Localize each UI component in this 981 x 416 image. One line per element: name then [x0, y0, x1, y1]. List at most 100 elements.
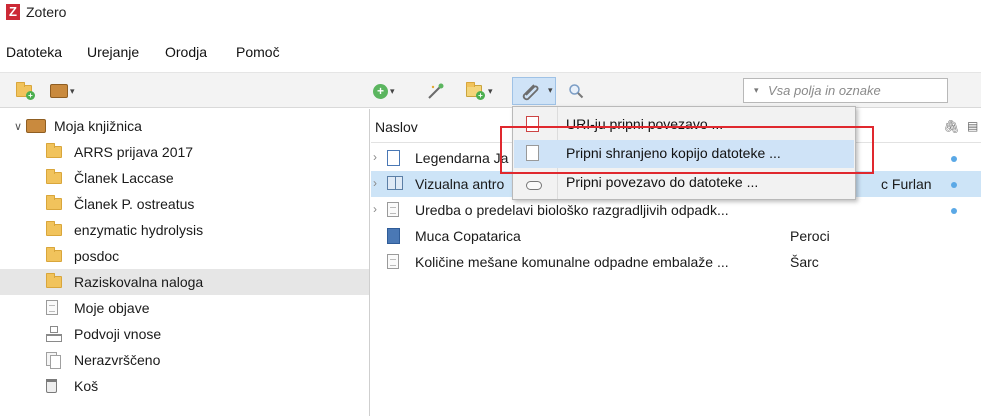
tree-item-label: ARRS prijava 2017 — [74, 144, 194, 160]
document-icon — [387, 150, 400, 169]
trash-icon — [46, 379, 57, 396]
item-title: Vizualna antro — [415, 176, 505, 192]
menu-tools[interactable]: Orodja — [165, 44, 207, 60]
menu-item-label: Pripni povezavo do datoteke ... — [566, 174, 759, 190]
tree-item-label: Koš — [74, 378, 99, 394]
new-library-button[interactable]: ▾ — [50, 81, 75, 101]
item-creator: Peroci — [790, 228, 830, 244]
item-title: Muca Copatarica — [415, 228, 521, 244]
menu-file[interactable]: Datoteka — [6, 44, 62, 60]
title-bar: Z Zotero — [0, 0, 981, 24]
plus-icon: + — [373, 83, 388, 99]
attachments-column-icon[interactable]: 🖇 — [943, 119, 960, 135]
search-mode-dropdown-icon[interactable]: ▾ — [754, 85, 759, 96]
web-link-icon — [526, 116, 539, 135]
toolbar: + ▾ + ▾ + ▾ ▾ ▾ — [0, 72, 981, 108]
menu-bar: Datoteka Urejanje Orodja Pomoč — [0, 44, 981, 66]
note-icon: + — [466, 82, 485, 100]
chevron-down-icon[interactable]: ∨ — [14, 120, 22, 133]
tree-item-collection[interactable]: Članek P. ostreatus — [0, 191, 369, 217]
folder-icon — [46, 273, 62, 291]
tree-item-label: Članek P. ostreatus — [74, 196, 195, 212]
tree-item-collection[interactable]: ARRS prijava 2017 — [0, 139, 369, 165]
notes-column-icon[interactable]: ▤ — [967, 119, 978, 133]
table-row[interactable]: › Uredba o predelavi biološko razgradlji… — [371, 197, 981, 223]
tree-item-trash[interactable]: Koš — [0, 373, 369, 399]
chevron-down-icon: ▾ — [488, 85, 493, 96]
item-title: Količine mešane komunalne odpadne embala… — [415, 254, 729, 270]
book-icon — [387, 228, 400, 247]
add-by-identifier-button[interactable] — [426, 81, 446, 101]
magic-wand-icon — [428, 83, 444, 99]
tree-item-label: Raziskovalna naloga — [74, 274, 204, 290]
search-field[interactable]: ▾ — [743, 78, 948, 103]
tree-item-label: Članek Laccase — [74, 170, 174, 186]
folder-icon — [46, 247, 62, 265]
tree-item-my-publications[interactable]: Moje objave — [0, 295, 369, 321]
folder-icon — [46, 221, 62, 239]
menu-help[interactable]: Pomoč — [236, 44, 280, 60]
menu-item-attach-link-to-uri[interactable]: URI-ju pripni povezavo ... — [514, 111, 854, 139]
search-input[interactable] — [768, 80, 943, 101]
linked-file-icon — [526, 177, 542, 193]
file-icon — [526, 145, 539, 164]
folder-icon — [46, 143, 62, 161]
attach-button[interactable]: ▾ — [512, 77, 556, 105]
chevron-down-icon: ▾ — [390, 85, 395, 96]
duplicates-icon — [46, 326, 62, 343]
chevron-down-icon: ▾ — [548, 85, 553, 95]
chevron-right-icon[interactable]: › — [373, 202, 377, 216]
menu-item-attach-stored-copy[interactable]: Pripni shranjeno kopijo datoteke ... — [514, 140, 854, 168]
attachment-status-dot — [951, 156, 957, 162]
menu-edit[interactable]: Urejanje — [87, 44, 139, 60]
folder-icon — [46, 195, 62, 213]
library-icon — [26, 119, 46, 136]
tree-item-label: Nerazvrščeno — [74, 352, 161, 368]
attachment-status-dot — [951, 182, 957, 188]
library-icon — [50, 84, 68, 98]
unfiled-items-icon — [46, 352, 61, 370]
folder-icon — [46, 169, 62, 187]
book-icon — [387, 176, 403, 193]
tree-item-collection[interactable]: enzymatic hydrolysis — [0, 217, 369, 243]
tree-item-duplicates[interactable]: Podvoji vnose — [0, 321, 369, 347]
new-item-button[interactable]: + ▾ — [373, 81, 395, 101]
tree-item-collection[interactable]: posdoc — [0, 243, 369, 269]
menu-item-attach-link-to-file[interactable]: Pripni povezavo do datoteke ... — [514, 169, 854, 197]
document-icon — [46, 300, 58, 318]
tree-item-label: Moje objave — [74, 300, 150, 316]
zotero-logo-icon: Z — [6, 4, 20, 20]
new-collection-button[interactable]: + — [16, 81, 35, 101]
tree-item-unfiled[interactable]: Nerazvrščeno — [0, 347, 369, 373]
table-row[interactable]: Količine mešane komunalne odpadne embala… — [371, 249, 981, 275]
item-creator: c Furlan — [881, 176, 932, 192]
item-title: Legendarna Ja — [415, 150, 509, 166]
attachment-status-dot — [951, 208, 957, 214]
tree-item-label: posdoc — [74, 248, 120, 264]
tree-item-my-library[interactable]: ∨ Moja knjižnica — [0, 113, 369, 139]
chevron-down-icon: ▾ — [70, 85, 75, 96]
new-collection-icon: + — [16, 82, 35, 100]
tree-item-label: Moja knjižnica — [54, 118, 142, 134]
menu-item-label: URI-ju pripni povezavo ... — [566, 116, 724, 132]
search-icon — [569, 84, 584, 99]
item-creator: Šarc — [790, 254, 819, 270]
window-title: Zotero — [26, 4, 67, 20]
attach-menu: URI-ju pripni povezavo ... Pripni shranj… — [512, 106, 856, 200]
collections-pane: ∨ Moja knjižnica ARRS prijava 2017 Člane… — [0, 109, 370, 416]
tree-item-label: Podvoji vnose — [74, 326, 162, 342]
menu-item-label: Pripni shranjeno kopijo datoteke ... — [566, 145, 781, 161]
paperclip-icon — [522, 84, 539, 101]
chevron-right-icon[interactable]: › — [373, 176, 377, 190]
column-header-title[interactable]: Naslov — [375, 119, 418, 135]
chevron-right-icon[interactable]: › — [373, 150, 377, 164]
tree-item-collection-selected[interactable]: Raziskovalna naloga — [0, 269, 369, 295]
advanced-search-button[interactable] — [568, 81, 584, 101]
tree-item-collection[interactable]: Članek Laccase — [0, 165, 369, 191]
table-row[interactable]: Muca Copatarica Peroci — [371, 223, 981, 249]
document-icon — [387, 202, 399, 220]
document-icon — [387, 254, 399, 272]
tree-item-label: enzymatic hydrolysis — [74, 222, 204, 238]
new-note-button[interactable]: + ▾ — [466, 81, 493, 101]
item-title: Uredba o predelavi biološko razgradljivi… — [415, 202, 729, 218]
